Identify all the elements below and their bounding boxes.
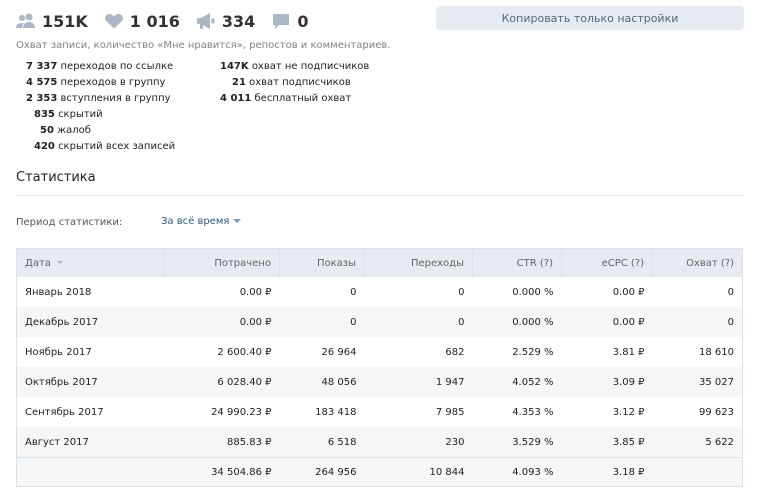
cell-ctr: 4.052 % [472,367,562,397]
col-reach[interactable]: Охват (?) [652,248,743,277]
col-date[interactable]: Дата [16,248,165,277]
metric-nonsubscriber-reach: 147K охват не подписчиков [220,61,370,72]
period-label: Период статистики: [16,217,123,228]
comments-value: 0 [297,11,309,31]
reposts-stat: 334 [196,12,255,31]
col-spent[interactable]: Потрачено [164,248,280,277]
table-row: Октябрь 2017 6 028.40 ₽ 48 056 1 947 4.0… [16,367,743,397]
stats-table: Дата Потрачено Показы Переходы CTR (?) e… [16,248,743,487]
table-header-row: Дата Потрачено Показы Переходы CTR (?) e… [16,248,743,277]
cell-impressions: 6 518 [279,427,365,458]
stats-description: Охват записи, количество «Мне нравится»,… [16,40,391,51]
reposts-value: 334 [221,11,256,31]
total-spent: 34 504.86 ₽ [164,457,280,487]
cell-date: Ноябрь 2017 [25,346,92,358]
sort-icon [56,261,63,264]
heart-icon [104,12,124,30]
table-row: Сентябрь 2017 24 990.23 ₽ 183 418 7 985 … [17,397,743,427]
cell-reach: 0 [727,286,734,298]
table-row: Январь 2018 0.00 ₽ 0 0 0.000 % 0.00 ₽ 0 [17,277,743,307]
cell-impressions: 183 418 [315,406,357,418]
col-ecpc[interactable]: eCPC (?) [561,248,653,277]
cell-date: Декабрь 2017 [16,307,165,337]
cell-ecpc: 0.00 ₽ [561,307,653,337]
cell-clicks: 7 985 [435,406,465,418]
cell-ecpc: 3.85 ₽ [561,427,653,458]
cell-spent: 0.00 ₽ [239,286,272,298]
period-dropdown[interactable]: За всё время [161,216,242,227]
cell-clicks: 682 [445,346,465,358]
cell-reach: 0 [652,307,743,337]
table-row: Декабрь 2017 0.00 ₽ 0 0 0.000 % 0.00 ₽ 0 [16,307,743,337]
cell-impressions: 48 056 [279,367,365,397]
cell-ctr: 0.000 % [512,286,554,298]
megaphone-icon [196,12,216,30]
cell-ecpc: 0.00 ₽ [612,286,645,298]
metric-hides: 835 скрытий [34,109,103,120]
reach-stat: 151K [16,12,88,31]
total-impressions: 264 956 [279,457,365,487]
table-row: Ноябрь 2017 2 600.40 ₽ 26 964 682 2.529 … [17,337,743,367]
cell-reach: 18 610 [699,346,734,358]
cell-clicks: 0 [364,307,473,337]
cell-clicks: 1 947 [364,367,473,397]
cell-spent: 6 028.40 ₽ [164,367,280,397]
cell-ecpc: 3.09 ₽ [561,367,653,397]
metric-free-reach: 4 011 бесплатный охват [220,93,352,104]
likes-value: 1 016 [129,11,180,31]
metric-hide-all: 420 скрытий всех записей [34,141,176,152]
cell-ecpc: 3.81 ₽ [612,346,645,358]
cell-spent: 24 990.23 ₽ [211,406,272,418]
cell-reach: 35 027 [652,367,743,397]
table-row: Август 2017 885.83 ₽ 6 518 230 3.529 % 3… [16,427,743,458]
chevron-down-icon [233,219,242,223]
reach-value: 151K [42,11,88,31]
total-clicks: 10 844 [364,457,473,487]
metric-subscriber-reach: 21 охват подписчиков [232,77,351,88]
cell-impressions: 26 964 [321,346,357,358]
section-title: Статистика [16,170,96,185]
cell-impressions: 0 [350,286,357,298]
cell-ctr: 4.353 % [512,406,554,418]
cell-impressions: 0 [279,307,365,337]
metric-reports: 50 жалоб [40,125,91,136]
metric-group-visits: 4 575 переходов в группу [26,77,166,88]
cell-ctr: 0.000 % [472,307,562,337]
cell-spent: 2 600.40 ₽ [217,346,272,358]
metric-link-clicks: 7 337 переходов по ссылке [26,61,174,72]
likes-stat: 1 016 [104,12,180,31]
divider [16,195,743,196]
users-icon [16,12,36,30]
cell-ctr: 3.529 % [472,427,562,458]
cell-spent: 0.00 ₽ [164,307,280,337]
col-impressions[interactable]: Показы [279,248,365,277]
cell-clicks: 0 [458,286,465,298]
col-clicks[interactable]: Переходы [364,248,473,277]
cell-date: Август 2017 [16,427,165,458]
cell-date: Январь 2018 [25,286,92,298]
table-total-row: 34 504.86 ₽ 264 956 10 844 4.093 % 3.18 … [16,457,743,487]
cell-spent: 885.83 ₽ [164,427,280,458]
metric-group-joins: 2 353 вступления в группу [26,93,171,104]
cell-reach: 5 622 [652,427,743,458]
cell-date: Сентябрь 2017 [25,406,104,418]
total-ctr: 4.093 % [472,457,562,487]
post-stats-bar: 151K 1 016 334 0 [16,9,324,33]
copy-settings-button[interactable]: Копировать только настройки [436,6,744,30]
cell-reach: 99 623 [699,406,734,418]
total-date [16,457,165,487]
comments-stat: 0 [271,12,308,31]
cell-date: Октябрь 2017 [16,367,165,397]
cell-clicks: 230 [364,427,473,458]
total-reach [652,457,743,487]
col-ctr[interactable]: CTR (?) [472,248,562,277]
comment-icon [271,12,291,30]
total-ecpc: 3.18 ₽ [561,457,653,487]
cell-ctr: 2.529 % [512,346,554,358]
cell-ecpc: 3.12 ₽ [612,406,645,418]
